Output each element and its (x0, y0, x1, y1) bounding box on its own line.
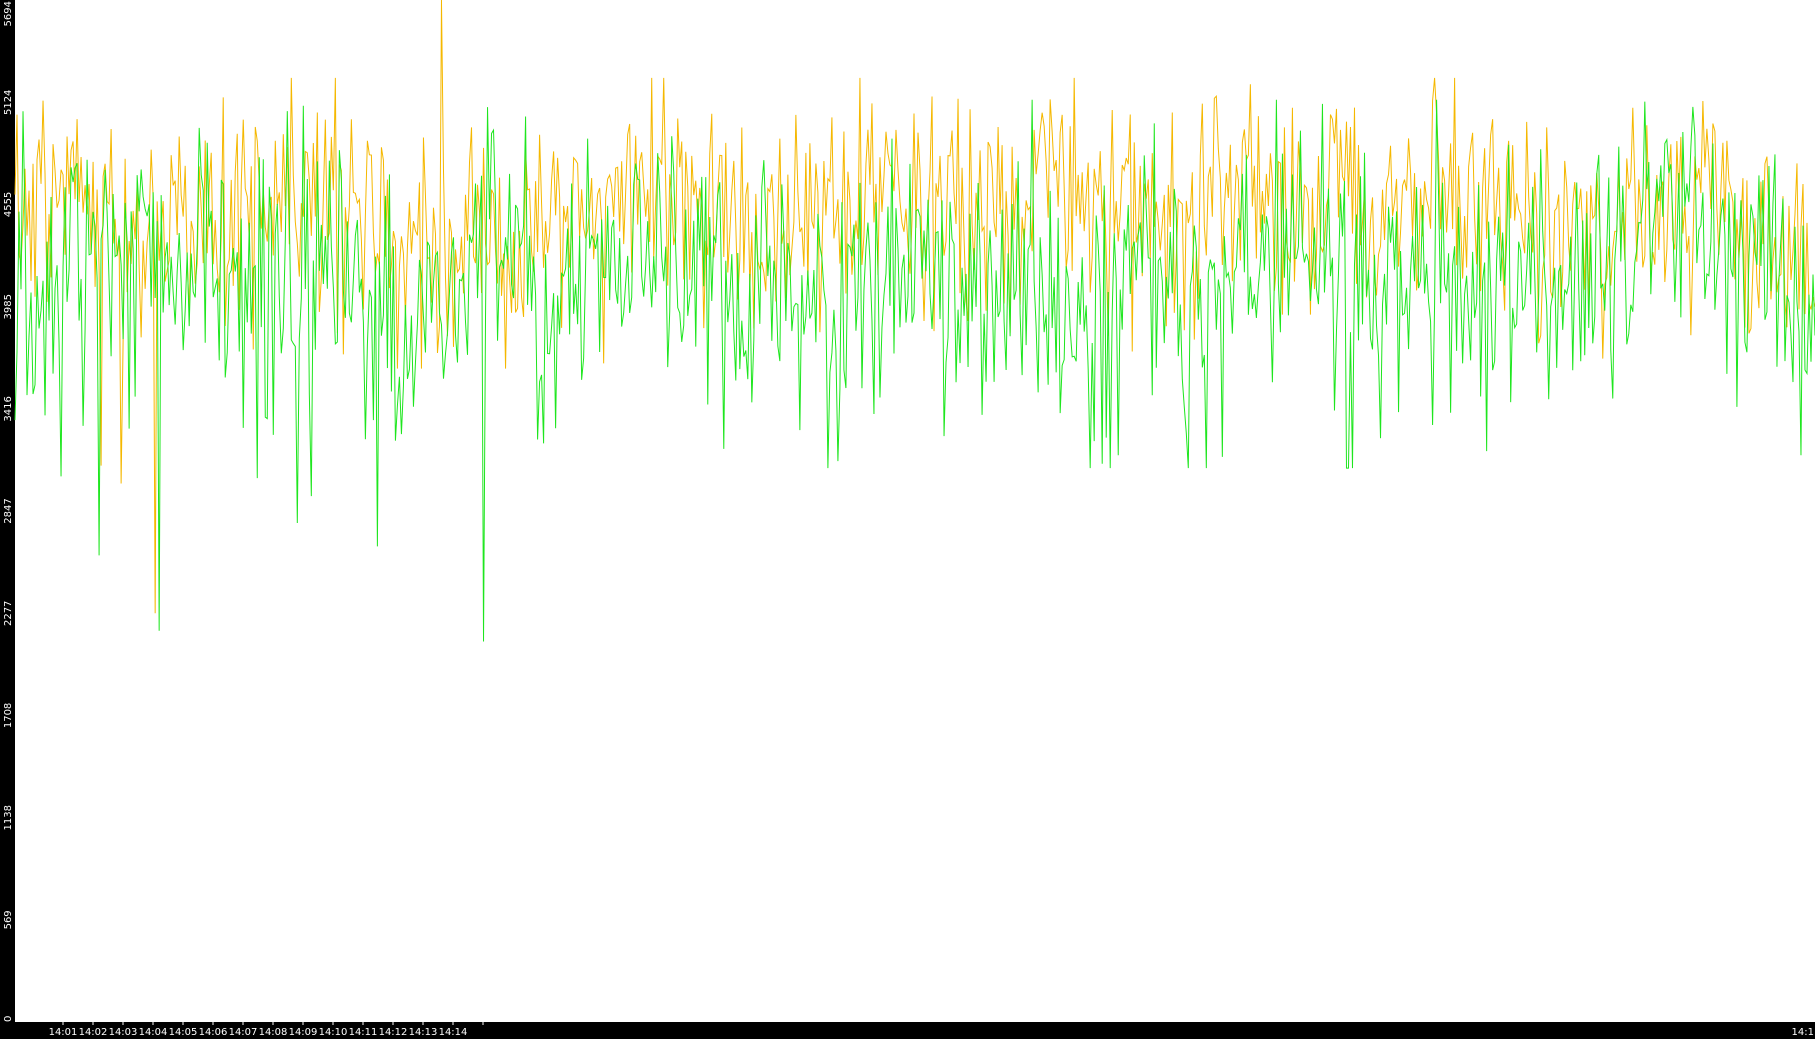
x-tick-label: 14:04 (139, 1027, 168, 1038)
x-tick-label: 14:11 (349, 1027, 378, 1038)
x-tick-label: 14:1 (1792, 1027, 1814, 1038)
x-tick-label: 14:08 (259, 1027, 288, 1038)
x-tick-label: 14:01 (49, 1027, 78, 1038)
x-tick-label: 14:14 (439, 1027, 468, 1038)
x-tick-label: 14:05 (169, 1027, 198, 1038)
x-tick-label: 14:02 (79, 1027, 108, 1038)
x-tick-label: 14:06 (199, 1027, 228, 1038)
y-tick-label: 0 (3, 1016, 14, 1022)
y-tick-label: 2847 (3, 498, 14, 523)
y-tick-label: 1138 (3, 805, 14, 830)
x-tick-label: 14:09 (289, 1027, 318, 1038)
line-chart: 0 569 1138 1708 2277 2847 3416 3985 4555 5124 5694… (0, 0, 1815, 1039)
y-tick-label: 2277 (3, 601, 14, 626)
y-tick-label: 569 (3, 910, 14, 929)
chart: 0 569 1138 1708 2277 2847 3416 3985 4555 5124 5694… (0, 0, 1815, 1039)
y-tick-label: 3985 (3, 294, 14, 319)
x-tick-label: 14:13 (409, 1027, 438, 1038)
x-tick-label: 14:10 (319, 1027, 348, 1038)
y-tick-label: 3416 (3, 396, 14, 421)
x-tick-label: 14:03 (109, 1027, 138, 1038)
y-tick-label: 1708 (3, 703, 14, 728)
x-tick-label: 14:07 (229, 1027, 258, 1038)
x-tick-label: 14:12 (379, 1027, 408, 1038)
y-tick-label: 5124 (3, 90, 14, 115)
y-tick-label: 5694 (3, 1, 14, 26)
y-tick-label: 4555 (3, 192, 14, 217)
